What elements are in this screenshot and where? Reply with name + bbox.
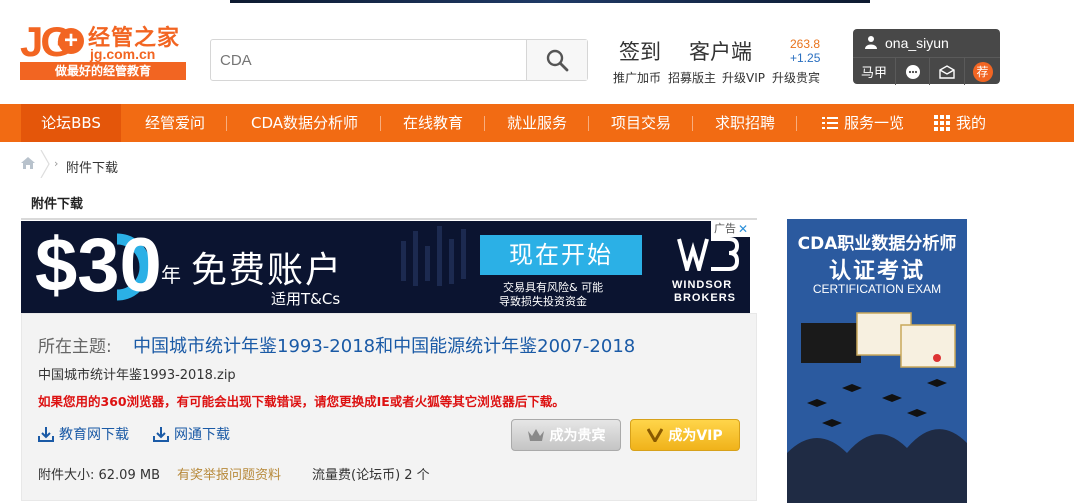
side-ad-caption: CERTIFICATION EXAM	[812, 282, 942, 296]
upgrade-vip-link[interactable]: 升级VIP	[722, 69, 765, 86]
logo-url: jg.com.cn	[90, 46, 156, 62]
browser-warning: 如果您用的360浏览器，有可能会出现下载错误，请您更换成IE或者火狐等其它浏览器…	[38, 394, 565, 409]
nav-services[interactable]: 服务一览	[816, 104, 910, 142]
nav-education[interactable]: 在线教育	[386, 104, 480, 142]
download-edu-link[interactable]: 教育网下载	[38, 424, 129, 444]
ad-amount: $30	[35, 223, 162, 308]
download-fee: 流量费(论坛币) 2 个	[312, 468, 430, 483]
ad-brand-line1: WINDSOR	[672, 279, 733, 291]
signin-link[interactable]: 签到	[619, 36, 661, 66]
username[interactable]: ona_siyun	[885, 35, 949, 51]
nav-jobs[interactable]: 求职招聘	[698, 104, 792, 142]
ad-headline: 免费账户	[191, 250, 344, 291]
nav-divider	[484, 116, 485, 131]
stat-primary: 263.8	[790, 37, 821, 51]
user-panel: ona_siyun 马甲 荐	[853, 29, 1000, 85]
search-icon	[546, 49, 569, 72]
download-netcom-label: 网通下载	[174, 427, 230, 443]
ad-risk-line2: 导致损失投资资金	[499, 295, 587, 308]
chevron-right-icon: ›	[54, 157, 59, 170]
ad-unit: 年	[161, 263, 181, 287]
recommend-button[interactable]: 荐	[965, 58, 1000, 85]
mail-button[interactable]	[930, 58, 965, 85]
ad-brand-line2: BROKERS	[674, 292, 737, 304]
ad-badge[interactable]: 广告 ✕	[711, 221, 750, 237]
become-vip-button[interactable]: 成为VIP	[630, 419, 740, 451]
user-actions: 马甲 荐	[853, 57, 1000, 85]
download-icon	[153, 427, 169, 442]
nav-divider	[796, 116, 797, 131]
breadcrumb-separator-icon	[40, 150, 50, 178]
become-guest-button[interactable]: 成为贵宾	[511, 419, 621, 451]
ad-terms: 适用T&Cs	[271, 290, 341, 308]
attachment-size: 附件大小: 62.09 MB	[38, 468, 160, 483]
side-ad[interactable]: CDA职业数据分析师 认证考试 CERTIFICATION EXAM	[787, 219, 967, 503]
nav-services-label: 服务一览	[843, 114, 904, 132]
mail-icon	[939, 64, 955, 79]
home-icon[interactable]	[20, 156, 36, 170]
nav-mine[interactable]: 我的	[928, 104, 992, 142]
attachment-panel: 所在主题: 中国城市统计年鉴1993-2018和中国能源统计年鉴2007-201…	[21, 313, 757, 501]
recommend-badge: 荐	[972, 61, 993, 82]
side-ad-subtitle: 认证考试	[828, 259, 925, 284]
top-strip	[0, 0, 1074, 4]
search-button[interactable]	[526, 40, 587, 80]
upgrade-guest-link[interactable]: 升级贵宾	[772, 69, 820, 86]
download-netcom-link[interactable]: 网通下载	[153, 424, 230, 444]
top-strip-bar	[230, 0, 870, 3]
client-link[interactable]: 客户端	[689, 36, 752, 66]
title-divider	[21, 218, 757, 220]
breadcrumb-current: 附件下载	[66, 161, 119, 176]
recruit-moderator-link[interactable]: 招募版主	[668, 69, 716, 86]
site-logo[interactable]: JG + 经管之家 jg.com.cn 做最好的经管教育	[20, 18, 190, 80]
list-icon	[821, 117, 838, 129]
close-icon[interactable]: ✕	[738, 221, 748, 237]
alias-button[interactable]: 马甲	[853, 58, 896, 85]
promote-link[interactable]: 推广加币	[613, 69, 661, 86]
nav-divider	[588, 116, 589, 131]
nav-employment[interactable]: 就业服务	[490, 104, 584, 142]
nav-cda[interactable]: CDA数据分析师	[232, 104, 377, 142]
stat-delta: +1.25	[790, 51, 821, 65]
nav-divider	[380, 116, 381, 131]
vip-v-icon	[647, 428, 664, 442]
page-title: 附件下载	[31, 197, 84, 212]
topic-label: 所在主题:	[38, 337, 112, 357]
report-link[interactable]: 有奖举报问题资料	[177, 464, 281, 483]
side-ad-title: CDA职业数据分析师	[797, 234, 957, 254]
search-box	[210, 39, 588, 81]
nav-forum[interactable]: 论坛BBS	[21, 104, 121, 142]
messages-button[interactable]	[896, 58, 930, 85]
logo-plus-icon: +	[58, 28, 84, 54]
nav-divider	[692, 116, 693, 131]
chat-icon	[905, 64, 920, 79]
nav-projects[interactable]: 项目交易	[594, 104, 688, 142]
grid-icon	[933, 115, 950, 131]
ad-banner[interactable]: $30 年 免费账户 适用T&Cs 现在开始 交易具有风险& 可能 导致损失投资…	[21, 221, 750, 313]
become-guest-label: 成为贵宾	[549, 428, 606, 444]
windsor-logo-icon	[677, 237, 739, 271]
nav-ask[interactable]: 经管爱问	[127, 104, 223, 142]
nav-mine-label: 我的	[955, 114, 986, 132]
crown-icon	[527, 429, 544, 441]
ad-cta-button[interactable]: 现在开始	[480, 235, 642, 275]
become-vip-label: 成为VIP	[668, 428, 723, 444]
search-input[interactable]	[211, 40, 527, 80]
download-icon	[38, 427, 54, 442]
main-nav: 论坛BBS 经管爱问 CDA数据分析师 在线教育 就业服务 项目交易 求职招聘 …	[0, 104, 1074, 142]
certificate-graduation-graphic	[787, 312, 967, 503]
logo-slogan: 做最好的经管教育	[20, 62, 186, 80]
download-edu-label: 教育网下载	[59, 427, 129, 443]
topic-title-link[interactable]: 中国城市统计年鉴1993-2018和中国能源统计年鉴2007-2018	[133, 332, 635, 358]
ad-badge-label: 广告	[714, 222, 736, 235]
nav-divider	[226, 116, 227, 131]
user-icon	[865, 36, 877, 49]
attachment-filename: 中国城市统计年鉴1993-2018.zip	[38, 368, 236, 383]
